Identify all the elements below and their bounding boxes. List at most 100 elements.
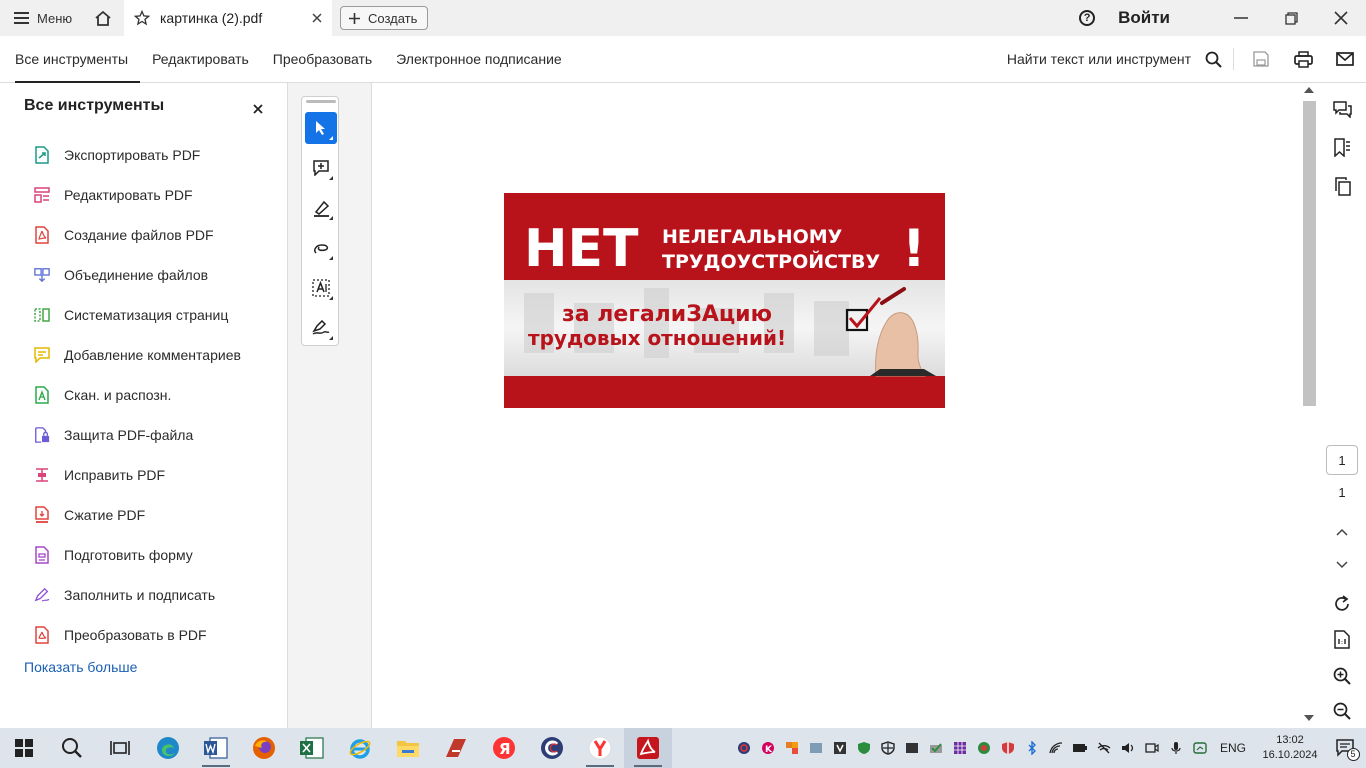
tray-app-icon[interactable]: [780, 728, 804, 768]
toolbar-grip[interactable]: [306, 100, 336, 103]
zoom-out-button[interactable]: [1330, 699, 1354, 723]
tray-meet-icon[interactable]: [1140, 728, 1164, 768]
add-comment-tool-button[interactable]: [305, 152, 337, 184]
menu-button[interactable]: Меню: [0, 0, 84, 36]
tray-update-icon[interactable]: [924, 728, 948, 768]
edge-browser-icon: [157, 737, 179, 759]
scroll-down-icon[interactable]: [1304, 715, 1314, 721]
notifications-button[interactable]: 5: [1326, 728, 1366, 768]
tool-convert-pdf[interactable]: Преобразовать в PDF: [0, 615, 288, 655]
print-button[interactable]: [1282, 36, 1324, 83]
tool-add-comments[interactable]: Добавление комментариев: [0, 335, 288, 375]
select-tool-button[interactable]: [305, 112, 337, 144]
taskbar-ccleaner[interactable]: [528, 728, 576, 768]
close-tab-icon[interactable]: [312, 13, 322, 23]
find-tool-label[interactable]: Найти текст или инструмент: [1007, 51, 1191, 67]
scroll-up-icon[interactable]: [1304, 87, 1314, 93]
previous-page-button[interactable]: [1330, 520, 1354, 544]
taskbar-search-button[interactable]: [48, 728, 96, 768]
tray-antivirus-icon[interactable]: [996, 728, 1020, 768]
tool-label: Защита PDF-файла: [64, 427, 194, 443]
text-select-tool-button[interactable]: [305, 272, 337, 304]
highlight-tool-button[interactable]: [305, 192, 337, 224]
zoom-in-button[interactable]: [1330, 664, 1354, 688]
document-tab[interactable]: картинка (2).pdf: [124, 0, 332, 36]
start-button[interactable]: [0, 728, 48, 768]
vertical-scrollbar[interactable]: [1300, 83, 1318, 728]
tray-monitor-icon[interactable]: [804, 728, 828, 768]
taskbar-word[interactable]: [192, 728, 240, 768]
tray-grid-app-icon[interactable]: [948, 728, 972, 768]
taskbar-edge[interactable]: [144, 728, 192, 768]
rotate-button[interactable]: [1330, 592, 1354, 616]
tool-protect-pdf[interactable]: Защита PDF-файла: [0, 415, 288, 455]
close-panel-button[interactable]: [253, 101, 263, 119]
tray-battery-icon[interactable]: [1068, 728, 1092, 768]
chevron-up-icon: [1336, 528, 1348, 536]
tab-e-sign[interactable]: Электронное подписание: [384, 36, 574, 82]
sign-tool-button[interactable]: [305, 312, 337, 344]
tool-create-pdf[interactable]: Создание файлов PDF: [0, 215, 288, 255]
home-button[interactable]: [84, 0, 122, 36]
tray-keyboard-icon[interactable]: [900, 728, 924, 768]
taskbar-yandex[interactable]: Я: [480, 728, 528, 768]
tray-ccleaner-icon[interactable]: [732, 728, 756, 768]
tool-compress-pdf[interactable]: Сжатие PDF: [0, 495, 288, 535]
divider: [1233, 48, 1234, 70]
tray-vpn-icon[interactable]: [828, 728, 852, 768]
taskbar-yandex-browser[interactable]: [576, 728, 624, 768]
signin-button[interactable]: Войти: [1118, 8, 1170, 28]
bookmarks-panel-button[interactable]: [1330, 135, 1354, 159]
tab-all-tools[interactable]: Все инструменты: [0, 36, 141, 83]
taskbar-firefox[interactable]: [240, 728, 288, 768]
email-button[interactable]: [1324, 36, 1366, 83]
help-icon[interactable]: ?: [1079, 10, 1096, 26]
taskbar-explorer[interactable]: [384, 728, 432, 768]
comments-panel-button[interactable]: [1330, 97, 1354, 121]
tool-prepare-form[interactable]: Подготовить форму: [0, 535, 288, 575]
tab-edit[interactable]: Редактировать: [140, 36, 261, 82]
tool-scan-ocr[interactable]: Скан. и распозн.: [0, 375, 288, 415]
tool-edit-pdf[interactable]: Редактировать PDF: [0, 175, 288, 215]
tool-redact-pdf[interactable]: Исправить PDF: [0, 455, 288, 495]
restore-icon: [1284, 11, 1298, 25]
tray-network-off-icon[interactable]: [1092, 728, 1116, 768]
tray-security-icon[interactable]: [876, 728, 900, 768]
tab-convert[interactable]: Преобразовать: [261, 36, 384, 82]
create-button[interactable]: Создать: [340, 6, 429, 30]
notification-count: 5: [1346, 747, 1360, 761]
minimize-button[interactable]: [1216, 0, 1266, 36]
tool-fill-sign[interactable]: Заполнить и подписать: [0, 575, 288, 615]
language-indicator[interactable]: ENG: [1220, 741, 1246, 755]
tray-kaspersky-icon[interactable]: K: [756, 728, 780, 768]
tray-bluetooth-icon[interactable]: [1020, 728, 1044, 768]
current-page-input[interactable]: 1: [1326, 445, 1358, 475]
tray-screen-icon[interactable]: [1188, 728, 1212, 768]
tray-mic-icon[interactable]: [1164, 728, 1188, 768]
show-more-link[interactable]: Показать больше: [24, 659, 137, 675]
task-view-button[interactable]: [96, 728, 144, 768]
comments-icon: [1332, 100, 1352, 118]
tray-volume-icon[interactable]: [1116, 728, 1140, 768]
draw-tool-button[interactable]: [305, 232, 337, 264]
clock[interactable]: 13:02 16.10.2024: [1254, 733, 1326, 763]
tool-combine-files[interactable]: Объединение файлов: [0, 255, 288, 295]
actual-size-button[interactable]: [1330, 627, 1354, 651]
tool-organize-pages[interactable]: Систематизация страниц: [0, 295, 288, 335]
close-window-button[interactable]: [1316, 0, 1366, 36]
scroll-thumb[interactable]: [1303, 101, 1316, 406]
star-icon[interactable]: [134, 10, 150, 26]
tray-shield-icon[interactable]: [852, 728, 876, 768]
taskbar-internet-explorer[interactable]: [336, 728, 384, 768]
restore-button[interactable]: [1266, 0, 1316, 36]
taskbar-app-red[interactable]: [432, 728, 480, 768]
tool-export-pdf[interactable]: Экспортировать PDF: [0, 135, 288, 175]
tray-game-icon[interactable]: [972, 728, 996, 768]
pages-panel-button[interactable]: [1330, 174, 1354, 198]
taskbar-acrobat[interactable]: [624, 728, 672, 768]
save-button[interactable]: [1240, 36, 1282, 83]
next-page-button[interactable]: [1330, 553, 1354, 577]
taskbar-excel[interactable]: [288, 728, 336, 768]
tray-wifi-icon[interactable]: [1044, 728, 1068, 768]
search-button[interactable]: [1199, 36, 1227, 83]
